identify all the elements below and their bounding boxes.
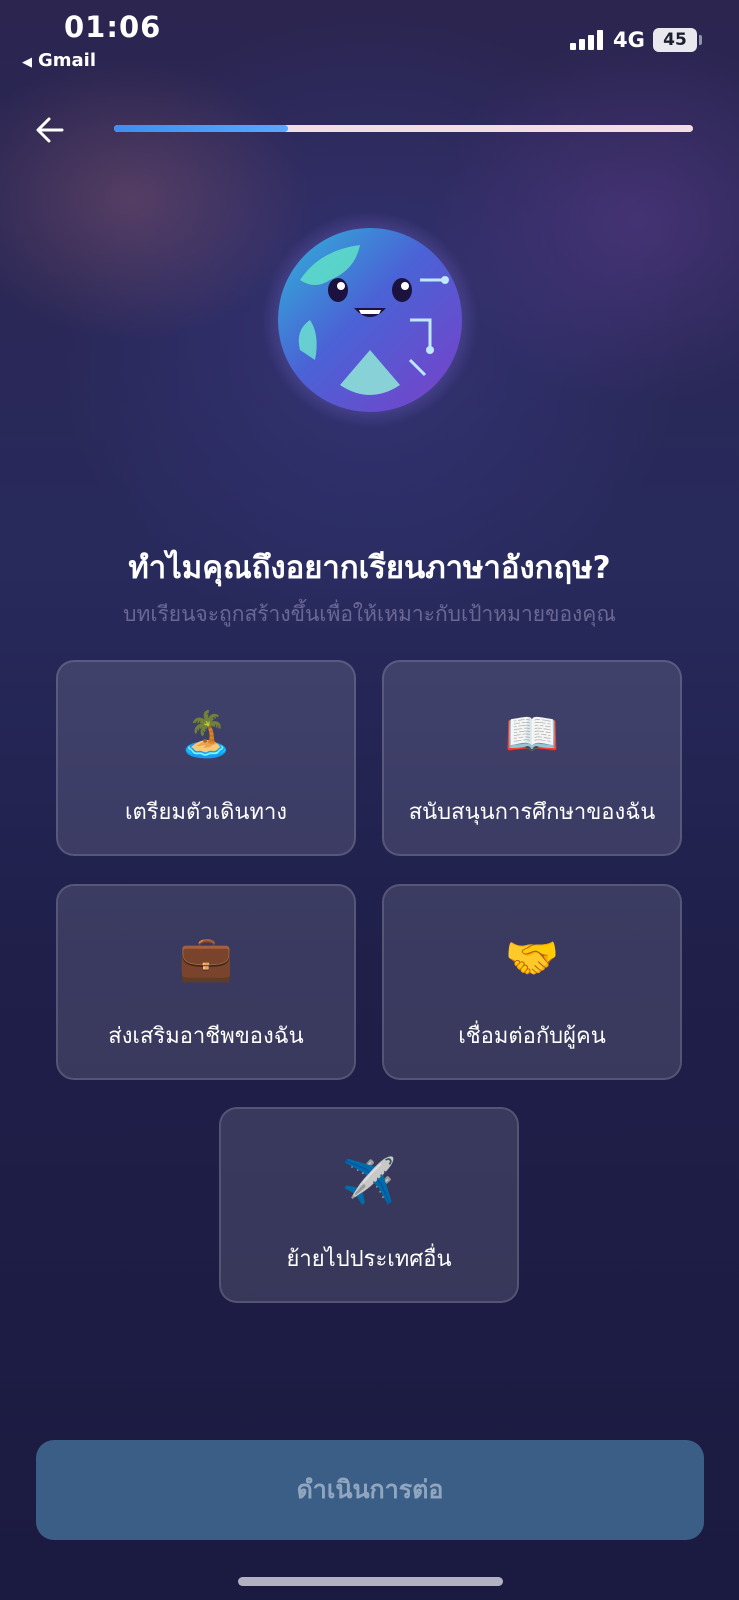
option-label: เตรียมตัวเดินทาง <box>124 800 288 825</box>
option-study[interactable]: 📖 สนับสนุนการศึกษาของฉัน <box>382 660 682 856</box>
back-button[interactable] <box>28 108 72 152</box>
option-career[interactable]: 💼 ส่งเสริมอาชีพของฉัน <box>56 884 356 1080</box>
page-subtitle: บทเรียนจะถูกสร้างขึ้นเพื่อให้เหมาะกับเป้… <box>123 602 616 626</box>
back-triangle-icon: ◀ <box>22 55 32 70</box>
option-connect[interactable]: 🤝 เชื่อมต่อกับผู้คน <box>382 884 682 1080</box>
back-app-label: Gmail <box>38 50 97 71</box>
page-title: ทำไมคุณถึงอยากเรียนภาษาอังกฤษ? <box>128 550 611 586</box>
option-label: ย้ายไปประเทศอื่น <box>286 1247 452 1272</box>
option-label: เชื่อมต่อกับผู้คน <box>458 1024 606 1049</box>
option-label: ส่งเสริมอาชีพของฉัน <box>108 1024 304 1049</box>
status-time: 01:06 <box>64 10 162 44</box>
signal-icon <box>570 30 604 50</box>
battery-icon: 45 <box>653 28 697 52</box>
option-travel[interactable]: 🏝️ เตรียมตัวเดินทาง <box>56 660 356 856</box>
option-label: สนับสนุนการศึกษาของฉัน <box>408 800 656 825</box>
back-to-app-link[interactable]: ◀ Gmail <box>22 50 96 71</box>
progress-fill <box>114 125 288 132</box>
continue-button[interactable]: ดำเนินการต่อ <box>36 1440 704 1540</box>
arrow-left-icon <box>36 117 64 143</box>
globe-mascot-icon <box>262 212 478 428</box>
battery-tip <box>699 35 702 45</box>
network-label: 4G <box>613 28 645 52</box>
home-indicator[interactable] <box>238 1577 503 1586</box>
island-icon: 🏝️ <box>178 709 234 760</box>
handshake-icon: 🤝 <box>504 933 560 984</box>
progress-bar <box>114 125 693 132</box>
open-book-icon: 📖 <box>504 709 560 760</box>
option-relocate[interactable]: ✈️ ย้ายไปประเทศอื่น <box>219 1107 519 1303</box>
airplane-icon: ✈️ <box>341 1156 397 1207</box>
briefcase-icon: 💼 <box>178 933 234 984</box>
status-bar: 01:06 ◀ Gmail 4G 45 <box>0 0 739 80</box>
